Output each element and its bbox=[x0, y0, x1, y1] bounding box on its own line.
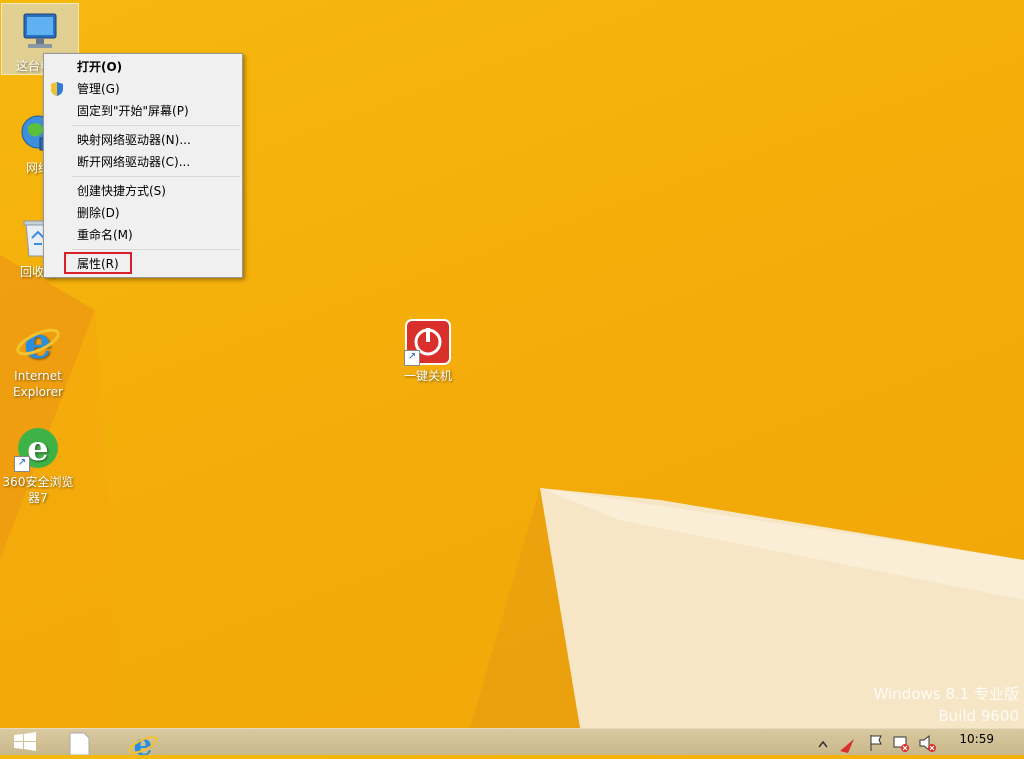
menu-item-properties[interactable]: 属性(R) bbox=[44, 252, 242, 275]
taskbar-file-explorer[interactable] bbox=[64, 729, 94, 756]
taskbar-internet-explorer[interactable]: e bbox=[126, 728, 160, 759]
menu-item-manage[interactable]: 管理(G) bbox=[44, 78, 242, 100]
menu-item-pin-to-start[interactable]: 固定到"开始"屏幕(P) bbox=[44, 100, 242, 122]
menu-item-disconnect-network-drive[interactable]: 断开网络驱动器(C)... bbox=[44, 151, 242, 173]
action-center-button[interactable] bbox=[866, 729, 886, 755]
taskbar: e 10:59 bbox=[0, 728, 1024, 759]
windows-version-watermark: Windows 8.1 专业版 Build 9600 bbox=[874, 683, 1019, 727]
network-status-button[interactable] bbox=[890, 729, 912, 755]
volume-button[interactable] bbox=[916, 729, 938, 755]
360-browser-icon: e ↗ bbox=[14, 424, 62, 472]
svg-text:e: e bbox=[24, 318, 52, 366]
ie-icon: e bbox=[128, 728, 158, 759]
uac-shield-icon bbox=[49, 81, 65, 97]
menu-item-rename[interactable]: 重命名(M) bbox=[44, 224, 242, 246]
network-icon bbox=[893, 736, 909, 752]
show-hidden-icons-icon bbox=[818, 740, 828, 748]
watermark-edition: Windows 8.1 专业版 bbox=[873, 685, 1019, 703]
tray-app-icon bbox=[840, 739, 854, 753]
windows-logo-icon bbox=[14, 732, 36, 751]
show-hidden-icons-button[interactable] bbox=[816, 729, 830, 755]
ie-icon: e bbox=[14, 318, 62, 369]
taskbar-clock[interactable]: 10:59 bbox=[959, 732, 994, 746]
menu-item-map-network-drive[interactable]: 映射网络驱动器(N)... bbox=[44, 129, 242, 151]
shortcut-arrow-icon: ↗ bbox=[14, 456, 30, 472]
menu-item-delete[interactable]: 删除(D) bbox=[44, 202, 242, 224]
tray-app[interactable] bbox=[836, 729, 858, 755]
desktop-icon-label: 360安全浏览器7 bbox=[2, 475, 74, 505]
desktop[interactable]: 这台电脑 网络 回收站 e Internet Explorer e ↗ 360安… bbox=[0, 0, 1024, 728]
volume-muted-icon bbox=[919, 734, 936, 752]
menu-item-create-shortcut[interactable]: 创建快捷方式(S) bbox=[44, 180, 242, 202]
menu-separator bbox=[72, 125, 240, 126]
svg-text:e: e bbox=[27, 429, 49, 469]
flag-icon bbox=[870, 735, 882, 751]
menu-separator bbox=[72, 249, 240, 250]
desktop-icon-360-browser[interactable]: e ↗ 360安全浏览器7 bbox=[0, 420, 76, 506]
file-explorer-icon bbox=[69, 732, 90, 756]
menu-item-open[interactable]: 打开(O) bbox=[44, 56, 242, 78]
shortcut-arrow-icon: ↗ bbox=[404, 350, 420, 366]
desktop-icon-label: Internet Explorer bbox=[13, 369, 63, 399]
menu-separator bbox=[72, 176, 240, 177]
start-button[interactable] bbox=[10, 729, 40, 755]
power-button-icon: ↗ bbox=[404, 318, 452, 366]
desktop-icon-label: 一键关机 bbox=[403, 369, 452, 383]
desktop-icon-shutdown[interactable]: ↗ 一键关机 bbox=[390, 314, 466, 384]
computer-icon bbox=[16, 8, 64, 56]
context-menu: 打开(O) 管理(G) 固定到"开始"屏幕(P) 映射网络驱动器(N)... 断… bbox=[43, 53, 243, 278]
desktop-icon-internet-explorer[interactable]: e Internet Explorer bbox=[0, 314, 76, 400]
watermark-build: Build 9600 bbox=[938, 707, 1019, 725]
